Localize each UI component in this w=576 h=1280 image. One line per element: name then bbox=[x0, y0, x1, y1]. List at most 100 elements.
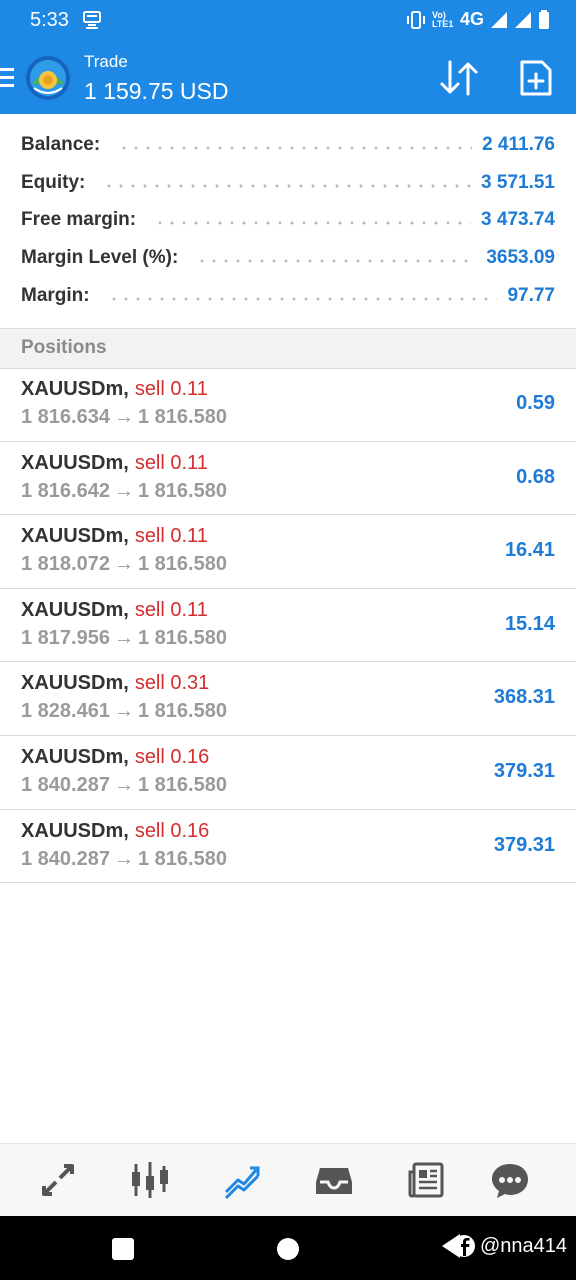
position-symbol: XAUUSDm bbox=[21, 378, 124, 400]
position-symbol: XAUUSDm bbox=[21, 525, 124, 548]
position-row[interactable]: XAUUSDm, sell 0.11 1 816.642 → 1 816.580 0.… bbox=[0, 442, 576, 516]
summary-label: Free margin: bbox=[21, 209, 137, 231]
signal-icon-2 bbox=[515, 11, 531, 28]
position-prices: 1 818.072 → 1 816.580 bbox=[21, 553, 227, 576]
position-title: XAUUSDm, sell 0.31 bbox=[21, 672, 209, 695]
nav-quotes[interactable] bbox=[34, 1158, 82, 1202]
home-button[interactable] bbox=[277, 1238, 299, 1260]
battery-icon bbox=[539, 9, 549, 29]
summary-row-balance: Balance: 2 411.76 bbox=[0, 126, 576, 164]
summary-value: 3653.09 bbox=[486, 246, 555, 268]
position-prices: 1 840.287 → 1 816.580 bbox=[21, 774, 227, 797]
position-symbol: XAUUSDm bbox=[21, 672, 124, 695]
arrow-right-icon: → bbox=[113, 700, 134, 723]
status-indicators: Vo) LTE1 4G bbox=[406, 9, 550, 30]
system-nav-bar: @nna414 bbox=[0, 1216, 576, 1280]
arrow-right-icon: → bbox=[113, 773, 134, 796]
open-price: 1 816.642 bbox=[21, 479, 110, 502]
trade-icon bbox=[224, 1166, 260, 1200]
position-profit: 0.59 bbox=[516, 392, 555, 414]
dotted-leader bbox=[103, 182, 472, 189]
position-profit: 379.31 bbox=[493, 833, 555, 856]
position-separator: , bbox=[123, 451, 129, 474]
summary-value: 97.77 bbox=[507, 284, 555, 306]
bottom-nav bbox=[0, 1143, 576, 1217]
current-price: 1 816.580 bbox=[137, 700, 227, 723]
position-title: XAUUSDm, sell 0.11 bbox=[21, 525, 208, 548]
messages-icon bbox=[492, 1164, 528, 1198]
position-profit: 368.31 bbox=[493, 686, 555, 709]
quotes-icon bbox=[42, 1164, 74, 1196]
nav-trade[interactable] bbox=[218, 1158, 266, 1202]
menu-icon[interactable] bbox=[0, 67, 16, 89]
app-bar: Trade 1 159.75 USD bbox=[0, 42, 576, 114]
signal-icon bbox=[491, 11, 507, 28]
position-title: XAUUSDm, sell 0.11 bbox=[21, 378, 208, 401]
position-profit: 16.41 bbox=[504, 539, 555, 562]
current-price: 1 816.580 bbox=[137, 479, 227, 502]
open-price: 1 828.461 bbox=[21, 700, 110, 723]
nav-history[interactable] bbox=[310, 1158, 358, 1202]
nav-chart[interactable] bbox=[126, 1158, 174, 1202]
nav-messages[interactable] bbox=[486, 1158, 534, 1202]
position-row[interactable]: XAUUSDm, sell 0.11 1 818.072 → 1 816.580 16… bbox=[0, 515, 576, 589]
positions-list: XAUUSDm, sell 0.11 1 816.634 → 1 816.580 0.… bbox=[0, 368, 576, 884]
new-order-icon[interactable] bbox=[518, 58, 554, 98]
summary-value: 3 473.74 bbox=[481, 209, 555, 231]
position-separator: , bbox=[123, 672, 129, 695]
current-price: 1 816.580 bbox=[137, 773, 227, 796]
position-type: sell 0.11 bbox=[134, 525, 208, 548]
history-icon bbox=[316, 1168, 352, 1194]
position-profit: 379.31 bbox=[493, 759, 555, 782]
arrow-right-icon: → bbox=[113, 406, 134, 428]
position-separator: , bbox=[123, 745, 129, 768]
position-row[interactable]: XAUUSDm, sell 0.31 1 828.461 → 1 816.580 36… bbox=[0, 662, 576, 736]
position-title: XAUUSDm, sell 0.11 bbox=[21, 599, 208, 622]
sort-icon[interactable] bbox=[438, 58, 480, 98]
position-row[interactable]: XAUUSDm, sell 0.16 1 840.287 → 1 816.580 37… bbox=[0, 810, 576, 884]
position-separator: , bbox=[123, 819, 129, 842]
current-price: 1 816.580 bbox=[137, 553, 227, 576]
position-type: sell 0.16 bbox=[134, 819, 210, 842]
position-separator: , bbox=[123, 598, 129, 621]
open-price: 1 840.287 bbox=[21, 847, 110, 870]
position-symbol: XAUUSDm bbox=[21, 598, 124, 621]
position-title: XAUUSDm, sell 0.11 bbox=[21, 452, 208, 475]
watermark: @nna414 bbox=[440, 1232, 567, 1260]
position-type: sell 0.31 bbox=[134, 672, 210, 695]
recents-button[interactable] bbox=[112, 1238, 134, 1260]
summary-row-free-margin: Free margin: 3 473.74 bbox=[0, 201, 576, 239]
position-row[interactable]: XAUUSDm, sell 0.16 1 840.287 → 1 816.580 37… bbox=[0, 736, 576, 810]
open-price: 1 818.072 bbox=[21, 553, 110, 576]
summary-row-margin-level: Margin Level (%): 3653.09 bbox=[0, 239, 576, 277]
back-facebook-icon bbox=[442, 1234, 475, 1258]
nav-news[interactable] bbox=[402, 1158, 450, 1202]
position-type: sell 0.16 bbox=[134, 745, 210, 768]
summary-label: Margin Level (%): bbox=[21, 246, 179, 268]
news-icon bbox=[408, 1162, 444, 1198]
current-price: 1 816.580 bbox=[137, 626, 227, 649]
dotted-leader bbox=[107, 295, 498, 302]
position-type: sell 0.11 bbox=[134, 451, 208, 474]
current-price: 1 816.580 bbox=[137, 406, 227, 428]
position-profit: 0.68 bbox=[516, 465, 555, 488]
position-type: sell 0.11 bbox=[134, 598, 208, 621]
positions-header-label: Positions bbox=[21, 337, 107, 358]
position-symbol: XAUUSDm bbox=[21, 451, 124, 474]
dotted-leader bbox=[154, 220, 472, 227]
open-price: 1 817.956 bbox=[21, 626, 110, 649]
vibrate-icon bbox=[406, 10, 425, 29]
screencast-icon bbox=[83, 11, 101, 29]
dotted-leader bbox=[196, 257, 477, 264]
position-row[interactable]: XAUUSDm, sell 0.11 1 816.634 → 1 816.580 0.… bbox=[0, 368, 576, 442]
volte-label: Vo) LTE1 bbox=[431, 9, 454, 29]
summary-row-margin: Margin: 97.77 bbox=[0, 277, 576, 315]
position-prices: 1 817.956 → 1 816.580 bbox=[21, 627, 227, 650]
position-prices: 1 840.287 → 1 816.580 bbox=[21, 848, 227, 871]
position-prices: 1 816.634 → 1 816.580 bbox=[21, 406, 227, 429]
account-summary: Balance: 2 411.76 Equity: 3 571.51 Free … bbox=[0, 126, 576, 314]
summary-label: Balance: bbox=[21, 133, 101, 155]
open-price: 1 816.634 bbox=[21, 406, 110, 428]
position-row[interactable]: XAUUSDm, sell 0.11 1 817.956 → 1 816.580 15… bbox=[0, 589, 576, 663]
positions-header: Positions bbox=[0, 328, 576, 369]
